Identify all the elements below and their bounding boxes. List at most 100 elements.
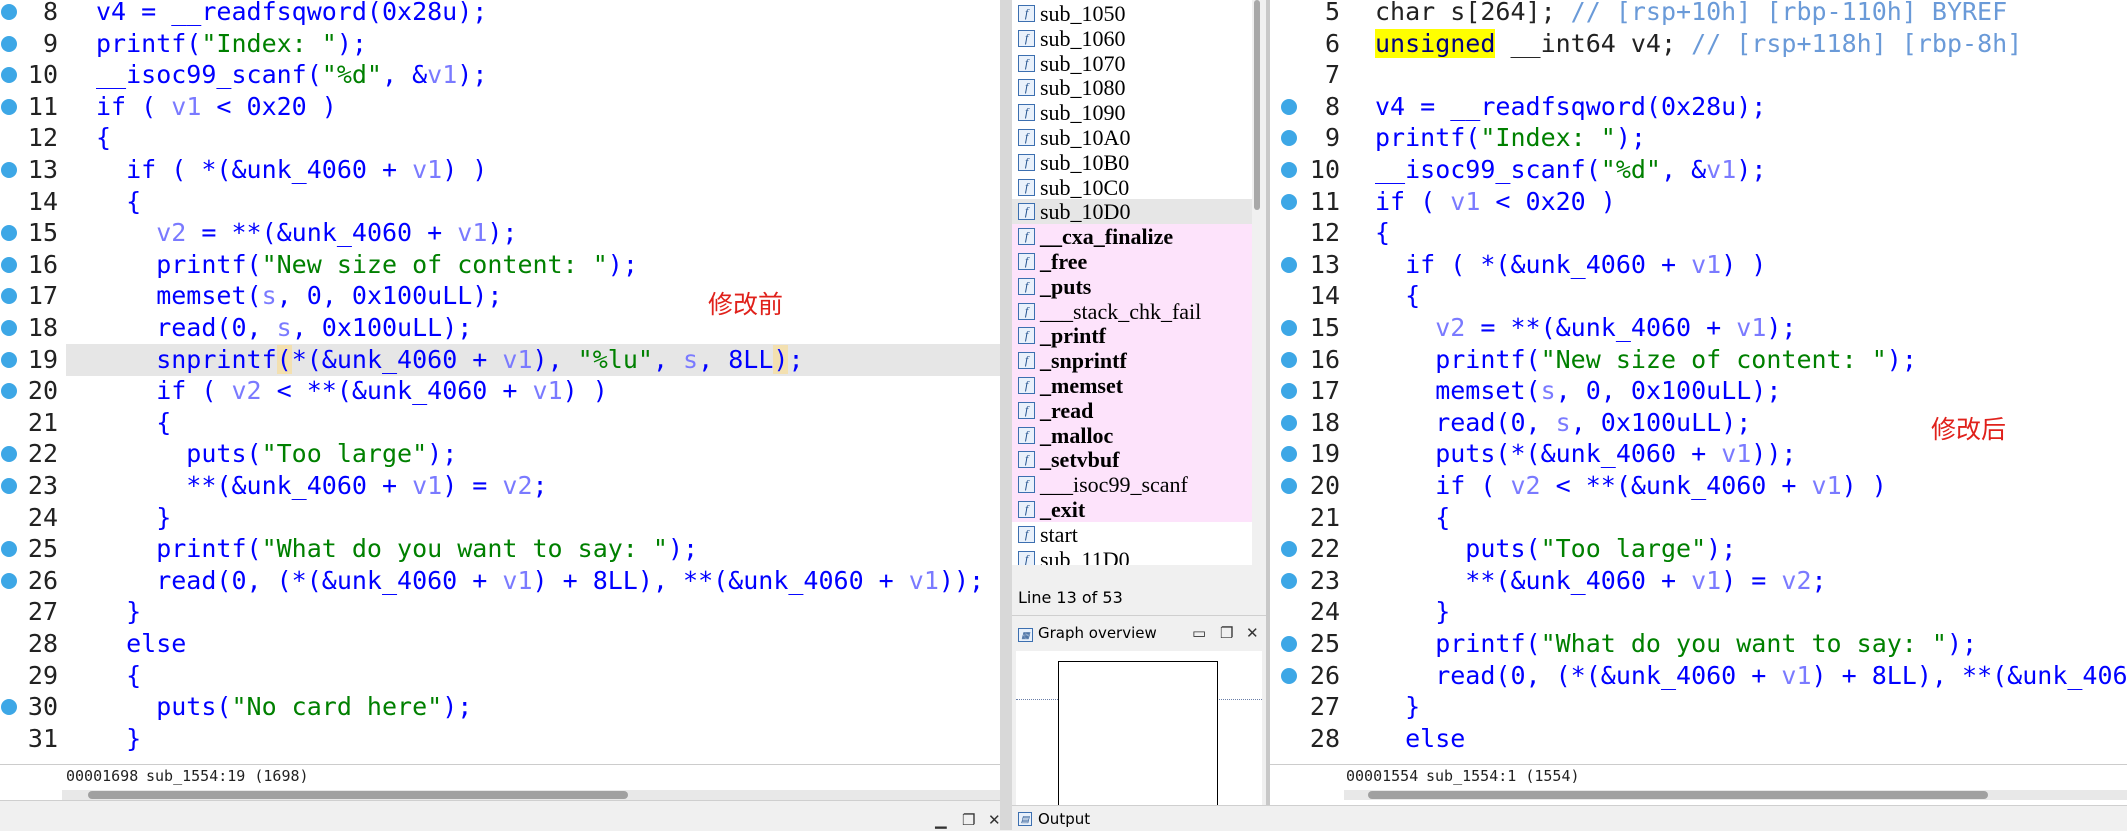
- breakpoint-dot-icon[interactable]: [1, 699, 17, 716]
- code-line[interactable]: 8 v4 = __readfsqword(0x28u);: [0, 0, 1000, 28]
- function-item[interactable]: f _setvbuf: [1012, 447, 1262, 473]
- function-item[interactable]: f __cxa_finalize: [1012, 224, 1262, 250]
- function-item[interactable]: f start: [1012, 522, 1262, 547]
- code-line[interactable]: 12 {: [1270, 217, 2127, 249]
- breakpoint-dot-icon[interactable]: [1281, 541, 1297, 558]
- code-line[interactable]: 23 **(&unk_4060 + v1) = v2;: [0, 470, 1000, 502]
- function-item[interactable]: f _printf: [1012, 323, 1262, 349]
- code-line[interactable]: 8 v4 = __readfsqword(0x28u);: [1270, 91, 2127, 123]
- code-line[interactable]: 19 snprintf(*(&unk_4060 + v1), "%lu", s,…: [1, 343, 1000, 376]
- function-item[interactable]: f sub_11D0: [1012, 547, 1262, 565]
- function-item[interactable]: f sub_10D0: [1012, 199, 1262, 225]
- code-line[interactable]: 7: [1270, 59, 2127, 91]
- breakpoint-dot-icon[interactable]: [1281, 414, 1297, 431]
- breakpoint-dot-icon[interactable]: [1281, 351, 1297, 368]
- breakpoint-dot-icon[interactable]: [1, 225, 17, 242]
- code-line[interactable]: 16 printf("New size of content: ");: [1270, 344, 2127, 376]
- code-line[interactable]: 17 memset(s, 0, 0x100uLL);: [1270, 375, 2127, 407]
- breakpoint-dot-icon[interactable]: [1, 35, 17, 52]
- breakpoint-dot-icon[interactable]: [1, 541, 17, 558]
- graph-overview-restore-icon[interactable]: ❐: [1220, 624, 1233, 642]
- function-item[interactable]: f sub_1090: [1012, 100, 1262, 125]
- function-item[interactable]: f sub_1070: [1012, 51, 1262, 76]
- breakpoint-dot-icon[interactable]: [1281, 98, 1297, 115]
- breakpoint-dot-icon[interactable]: [1, 67, 17, 84]
- code-line[interactable]: 17 memset(s, 0, 0x100uLL);: [0, 280, 1000, 312]
- graph-overview-minimize-icon[interactable]: ▭: [1192, 624, 1206, 642]
- breakpoint-dot-icon[interactable]: [1, 162, 17, 178]
- code-line[interactable]: 11 if ( v1 < 0x20 ): [1270, 186, 2127, 218]
- breakpoint-dot-icon[interactable]: [1, 98, 17, 115]
- code-line[interactable]: 20 if ( v2 < **(&unk_4060 + v1) ): [0, 375, 1000, 407]
- functions-vscroll-thumb[interactable]: [1254, 0, 1260, 210]
- code-line[interactable]: 9 printf("Index: ");: [0, 28, 1000, 60]
- code-line[interactable]: 20 if ( v2 < **(&unk_4060 + v1) ): [1270, 470, 2127, 502]
- breakpoint-dot-icon[interactable]: [1281, 162, 1297, 178]
- function-item[interactable]: f sub_1060: [1012, 26, 1262, 51]
- code-line[interactable]: 15 v2 = **(&unk_4060 + v1);: [0, 217, 1000, 249]
- function-item[interactable]: f _exit: [1012, 497, 1262, 522]
- left-restore-icon[interactable]: ❐: [962, 811, 975, 829]
- code-line[interactable]: 23 **(&unk_4060 + v1) = v2;: [1270, 565, 2127, 597]
- code-line[interactable]: 26 read(0, (*(&unk_4060 + v1) + 8LL), **…: [0, 565, 1000, 597]
- right-pseudocode-panel[interactable]: 5 char s[264]; // [rsp+10h] [rbp-110h] BY…: [1270, 0, 2127, 805]
- code-line[interactable]: 12 {: [0, 122, 1000, 154]
- function-item[interactable]: f _memset: [1012, 373, 1262, 398]
- breakpoint-dot-icon[interactable]: [1281, 636, 1297, 652]
- code-line[interactable]: 25 printf("What do you want to say: ");: [1270, 628, 2127, 660]
- code-line[interactable]: 14 {: [1270, 280, 2127, 312]
- code-line[interactable]: 10 __isoc99_scanf("%d", &v1);: [0, 59, 1000, 91]
- function-item[interactable]: f sub_10B0: [1012, 150, 1262, 175]
- function-item[interactable]: f sub_1080: [1012, 75, 1262, 100]
- left-splitter[interactable]: [1000, 0, 1012, 830]
- code-line[interactable]: 21 {: [1270, 502, 2127, 534]
- function-item[interactable]: f _snprintf: [1012, 348, 1262, 374]
- breakpoint-dot-icon[interactable]: [1281, 667, 1297, 684]
- code-line[interactable]: 13 if ( *(&unk_4060 + v1) ): [0, 154, 1000, 186]
- right-hscroll-thumb[interactable]: [1368, 791, 1988, 799]
- code-line[interactable]: 14 {: [0, 186, 1000, 218]
- code-line[interactable]: 21 {: [0, 407, 1000, 439]
- code-line[interactable]: 22 puts("Too large");: [0, 438, 1000, 470]
- breakpoint-dot-icon[interactable]: [1281, 383, 1297, 400]
- code-line[interactable]: 16 printf("New size of content: ");: [0, 249, 1000, 281]
- function-item[interactable]: f _puts: [1012, 273, 1262, 299]
- function-item[interactable]: f _read: [1012, 397, 1262, 423]
- code-line[interactable]: 31 }: [0, 723, 1000, 755]
- code-line[interactable]: 9 printf("Index: ");: [1270, 122, 2127, 154]
- left-minimize-icon[interactable]: ▁: [935, 811, 947, 829]
- code-line[interactable]: 6 unsigned __int64 v4; // [rsp+118h] [rbp…: [1270, 28, 2127, 60]
- code-line[interactable]: 18 read(0, s, 0x100uLL);: [0, 312, 1000, 344]
- left-close-icon[interactable]: ✕: [988, 811, 1001, 829]
- breakpoint-dot-icon[interactable]: [1281, 478, 1297, 494]
- breakpoint-dot-icon[interactable]: [1281, 572, 1297, 589]
- breakpoint-dot-icon[interactable]: [1281, 193, 1297, 210]
- breakpoint-dot-icon[interactable]: [1281, 256, 1297, 273]
- breakpoint-dot-icon[interactable]: [1, 256, 17, 273]
- breakpoint-dot-icon[interactable]: [1, 288, 17, 305]
- code-line[interactable]: 13 if ( *(&unk_4060 + v1) ): [1270, 249, 2127, 281]
- code-line[interactable]: 27 }: [0, 596, 1000, 628]
- code-line[interactable]: 10 __isoc99_scanf("%d", &v1);: [1270, 154, 2127, 186]
- breakpoint-dot-icon[interactable]: [1, 383, 17, 400]
- code-line[interactable]: 28 else: [0, 628, 1000, 660]
- code-line[interactable]: 29 {: [0, 660, 1000, 692]
- breakpoint-dot-icon[interactable]: [1, 478, 17, 494]
- graph-overview-viewport[interactable]: [1058, 661, 1218, 815]
- breakpoint-dot-icon[interactable]: [1281, 446, 1297, 463]
- code-line[interactable]: 28 else: [1270, 723, 2127, 755]
- code-line[interactable]: 15 v2 = **(&unk_4060 + v1);: [1270, 312, 2127, 344]
- code-line[interactable]: 24 }: [1270, 596, 2127, 628]
- function-item[interactable]: f ___stack_chk_fail: [1012, 298, 1262, 324]
- functions-list[interactable]: f sub_1050 f sub_1060 f sub_1070 f sub_1080 f sub…: [1012, 0, 1262, 565]
- breakpoint-dot-icon[interactable]: [1, 446, 17, 463]
- function-item[interactable]: f _free: [1012, 249, 1262, 274]
- left-hscroll-thumb[interactable]: [88, 791, 628, 799]
- code-line[interactable]: 24 }: [0, 502, 1000, 534]
- code-line[interactable]: 30 puts("No card here");: [0, 691, 1000, 723]
- function-item[interactable]: f ___isoc99_scanf: [1012, 472, 1262, 498]
- breakpoint-dot-icon[interactable]: [1281, 130, 1297, 147]
- graph-overview-canvas[interactable]: [1016, 651, 1262, 815]
- breakpoint-dot-icon[interactable]: [1, 351, 17, 368]
- breakpoint-dot-icon[interactable]: [1, 572, 17, 589]
